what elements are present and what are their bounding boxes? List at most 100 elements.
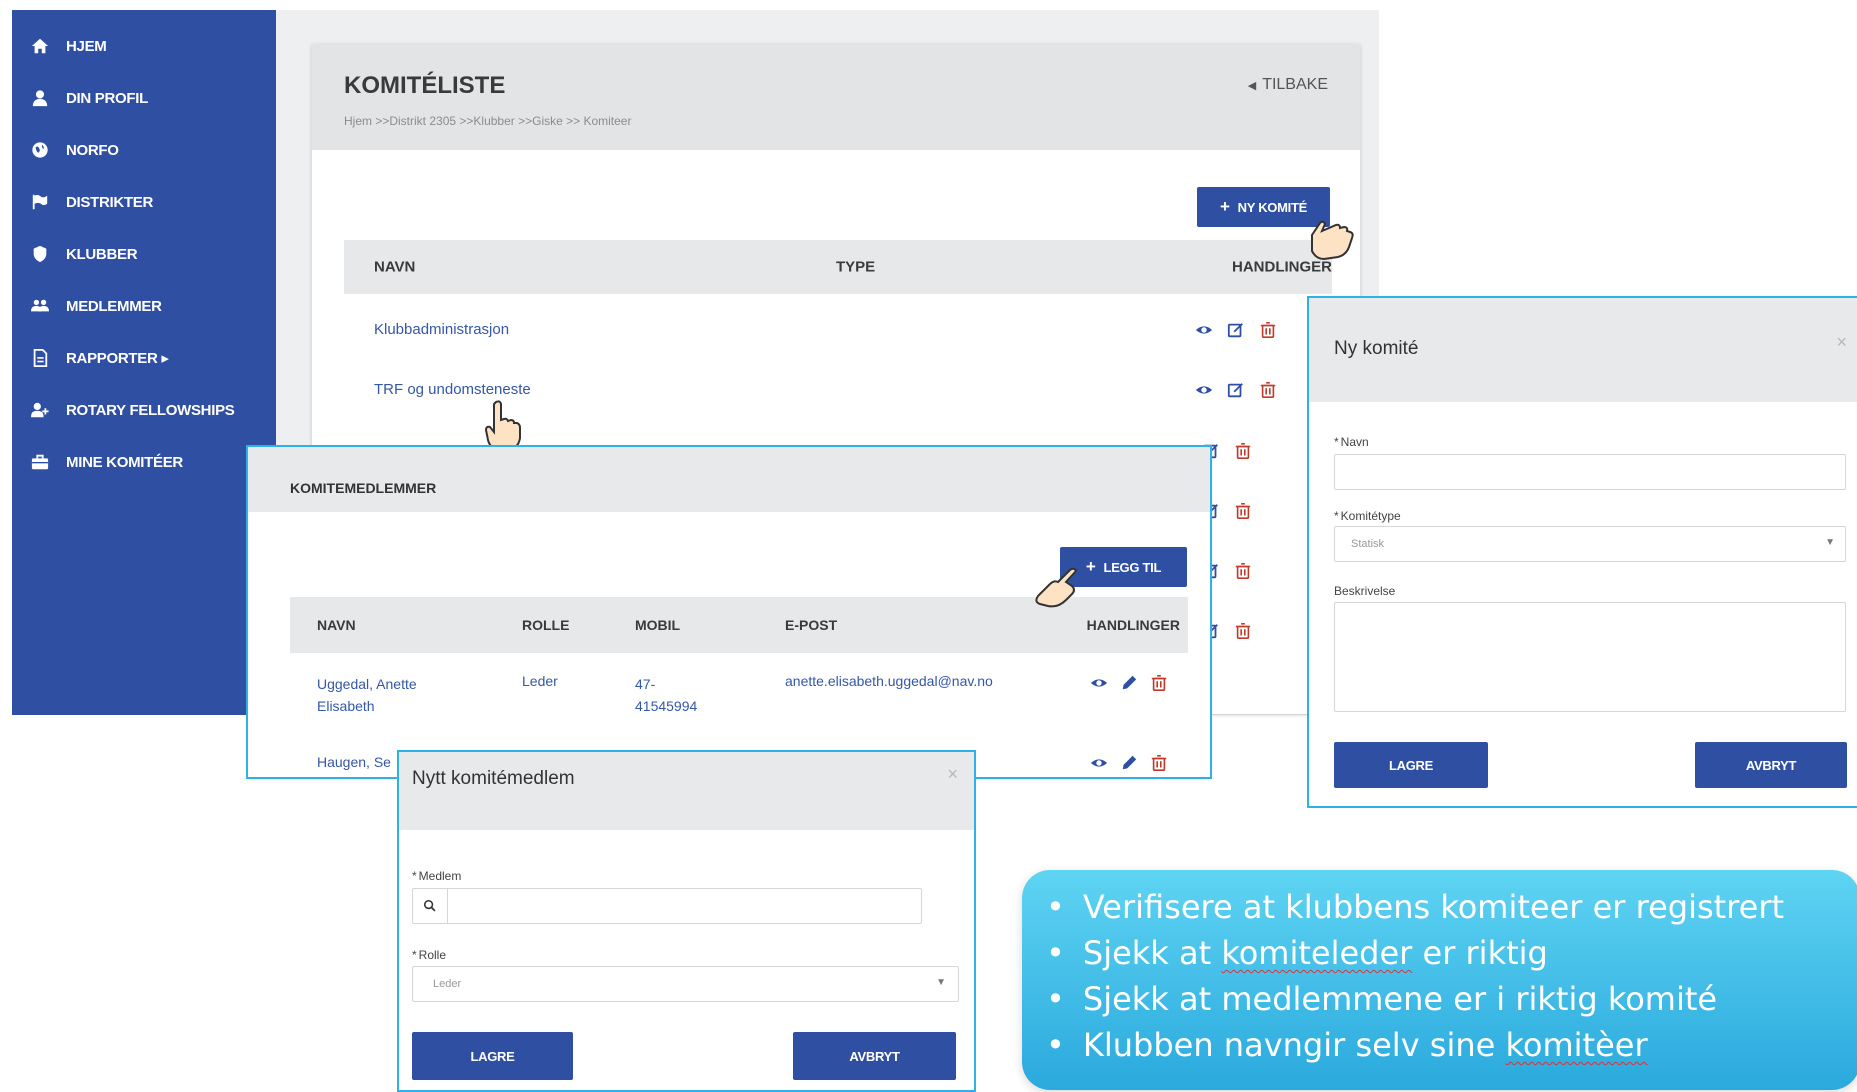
modal-header: Ny komité ×: [1309, 298, 1857, 402]
user-plus-icon: [30, 401, 50, 419]
info-bullet: Klubben navngir selv sine komitèer: [1046, 1022, 1784, 1068]
view-icon[interactable]: [1195, 321, 1213, 344]
sidebar-item-hjem[interactable]: HJEM: [30, 31, 107, 61]
new-committee-modal: Ny komité × * Navn * Komitétype Statisk ▼ …: [1307, 296, 1857, 808]
sidebar-item-label: DIN PROFIL: [66, 89, 148, 107]
plus-icon: +: [1085, 557, 1096, 576]
save-button[interactable]: LAGRE: [412, 1032, 573, 1080]
role-field-label: * Rolle: [412, 948, 447, 962]
flag-icon: [30, 193, 50, 211]
sidebar-item-rapporter[interactable]: RAPPORTER ▸: [30, 343, 169, 373]
member-row-name[interactable]: Uggedal, Anette Elisabeth: [317, 673, 417, 717]
sidebar-item-norfo[interactable]: NORFO: [30, 135, 119, 165]
committee-row-actions: [1195, 381, 1277, 404]
column-header-e-post: E-POST: [785, 617, 838, 633]
member-row-name[interactable]: Haugen, Se: [317, 754, 391, 770]
member-search-input[interactable]: [412, 888, 922, 924]
plus-icon: +: [1220, 197, 1230, 216]
page-title: KOMITÉLISTE: [344, 72, 506, 99]
type-select-value: Statisk: [1351, 538, 1385, 550]
sidebar-item-mine-komiteer[interactable]: MINE KOMITÉER: [30, 447, 183, 477]
member-name-line: Uggedal, Anette: [317, 676, 417, 692]
close-icon[interactable]: ×: [947, 764, 958, 785]
column-header-navn: NAVN: [317, 617, 356, 633]
info-callout: Verifisere at klubbens komiteer er regis…: [1022, 870, 1857, 1090]
sidebar-item-klubber[interactable]: KLUBBER: [30, 239, 138, 269]
members-panel-title: KOMITEMEDLEMMER: [290, 480, 437, 496]
card-header: KOMITÉLISTE Hjem >>Distrikt 2305 >>Klubb…: [312, 44, 1360, 150]
briefcase-icon: [30, 453, 50, 471]
member-field-label: * Medlem: [412, 869, 462, 883]
back-link-label: TILBAKE: [1262, 76, 1328, 93]
member-name-line: Elisabeth: [317, 698, 375, 714]
view-icon[interactable]: [1195, 381, 1213, 404]
delete-icon[interactable]: [1234, 442, 1252, 465]
close-icon[interactable]: ×: [1836, 332, 1847, 353]
column-header-handlinger: HANDLINGER: [1086, 617, 1180, 633]
user-icon: [30, 89, 50, 107]
shield-icon: [30, 245, 50, 263]
sidebar-item-label: MINE KOMITÉER: [66, 453, 183, 471]
delete-icon[interactable]: [1259, 321, 1277, 344]
delete-icon[interactable]: [1234, 622, 1252, 645]
type-field-label: * Komitétype: [1334, 509, 1401, 523]
sidebar-item-label: RAPPORTER ▸: [66, 350, 169, 367]
sidebar-item-label: NORFO: [66, 141, 119, 159]
sidebar-item-label: MEDLEMMER: [66, 297, 162, 315]
back-link[interactable]: ◀ TILBAKE: [1248, 76, 1328, 94]
new-committee-button-label: NY KOMITÉ: [1237, 199, 1308, 215]
home-icon: [30, 37, 50, 55]
member-row-actions: [1090, 674, 1168, 697]
committee-table-header: NAVN TYPE HANDLINGER: [344, 240, 1332, 294]
member-row-role: Leder: [522, 673, 558, 689]
cancel-button[interactable]: AVBRYT: [793, 1032, 956, 1080]
column-header-navn: NAVN: [374, 258, 416, 276]
info-bullet: Verifisere at klubbens komiteer er regis…: [1046, 884, 1784, 930]
delete-icon[interactable]: [1150, 754, 1168, 777]
description-textarea[interactable]: [1334, 602, 1846, 712]
sidebar-item-label: HJEM: [66, 37, 107, 55]
cancel-button[interactable]: AVBRYT: [1695, 742, 1847, 788]
committee-row-name[interactable]: Klubbadministrasjon: [374, 321, 509, 338]
name-field-label: * Navn: [1334, 435, 1369, 449]
column-header-mobil: MOBIL: [635, 617, 681, 633]
edit-icon[interactable]: [1227, 381, 1245, 404]
save-button[interactable]: LAGRE: [1334, 742, 1488, 788]
role-select-value: Leder: [433, 978, 462, 990]
info-bullet-list: Verifisere at klubbens komiteer er regis…: [1046, 884, 1784, 1068]
delete-icon[interactable]: [1234, 502, 1252, 525]
search-icon: [413, 889, 448, 923]
sidebar-item-distrikter[interactable]: DISTRIKTER: [30, 187, 153, 217]
pencil-icon[interactable]: [1120, 754, 1138, 777]
name-input[interactable]: [1334, 454, 1846, 490]
info-bullet: Sjekk at komiteleder er riktig: [1046, 930, 1784, 976]
edit-icon[interactable]: [1227, 321, 1245, 344]
hand-pointer-icon: [1300, 215, 1356, 276]
breadcrumb: Hjem >>Distrikt 2305 >>Klubber >>Giske >…: [344, 114, 632, 128]
new-member-modal: Nytt komitémedlem × * Medlem * Rolle Leder…: [397, 750, 976, 1092]
users-icon: [30, 297, 50, 315]
chevron-down-icon: ▼: [1825, 537, 1835, 548]
chevron-down-icon: ▼: [936, 977, 946, 988]
sidebar-item-medlemmer[interactable]: MEDLEMMER: [30, 291, 162, 321]
delete-icon[interactable]: [1259, 381, 1277, 404]
sidebar-item-din-profil[interactable]: DIN PROFIL: [30, 83, 148, 113]
sidebar-item-rotary-fellowships[interactable]: ROTARY FELLOWSHIPS: [30, 395, 235, 425]
column-header-type: TYPE: [836, 258, 876, 276]
description-field-label: Beskrivelse: [1334, 584, 1396, 598]
members-panel-header: KOMITEMEDLEMMER: [248, 447, 1210, 512]
view-icon[interactable]: [1090, 674, 1108, 697]
report-icon: [30, 349, 50, 367]
sidebar-item-label: ROTARY FELLOWSHIPS: [66, 401, 235, 419]
role-select[interactable]: Leder ▼: [412, 966, 959, 1002]
view-icon[interactable]: [1090, 754, 1108, 777]
delete-icon[interactable]: [1150, 674, 1168, 697]
committee-row-actions: [1195, 321, 1277, 344]
caret-left-icon: ◀: [1247, 79, 1257, 92]
committee-type-select[interactable]: Statisk ▼: [1334, 526, 1846, 562]
pencil-icon[interactable]: [1120, 674, 1138, 697]
modal-header: Nytt komitémedlem ×: [399, 752, 974, 830]
member-row-email: anette.elisabeth.uggedal@nav.no: [785, 673, 993, 689]
committee-row-name[interactable]: TRF og undomsteneste: [374, 381, 531, 398]
delete-icon[interactable]: [1234, 562, 1252, 585]
